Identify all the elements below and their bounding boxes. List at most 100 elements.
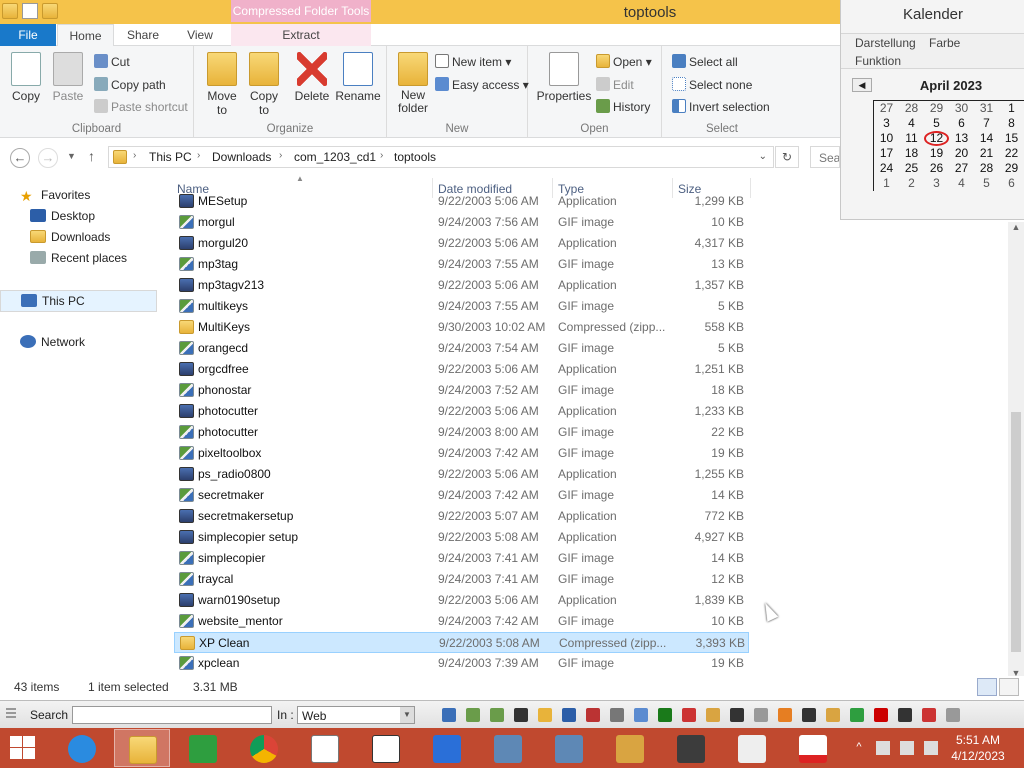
table-row[interactable]: morgul 9/24/2003 7:56 AM GIF image 10 KB <box>174 212 749 233</box>
search-input[interactable]: Sear <box>810 146 840 168</box>
calendar-day[interactable]: 10 <box>874 131 899 146</box>
calendar-day[interactable]: 13 <box>949 131 974 146</box>
calendar-day[interactable]: 22 <box>999 146 1024 161</box>
calendar-menu-darstellung[interactable]: Darstellung <box>855 36 916 50</box>
start-button[interactable] <box>10 736 36 760</box>
table-row[interactable]: MultiKeys 9/30/2003 10:02 AM Compressed (z… <box>174 317 749 338</box>
paste-shortcut-button[interactable]: Paste shortcut <box>94 99 188 114</box>
tab-file[interactable]: File <box>0 24 56 46</box>
toolbar-tool-icon[interactable] <box>874 708 888 722</box>
breadcrumb-this-pc[interactable]: This PC <box>149 150 192 164</box>
breadcrumb-downloads[interactable]: Downloads <box>212 150 271 164</box>
toolbar-tool-icon[interactable] <box>898 708 912 722</box>
scroll-up-icon[interactable]: ▲ <box>1008 222 1024 232</box>
table-row[interactable]: pixeltoolbox 9/24/2003 7:42 AM GIF image 19… <box>174 443 749 464</box>
tab-extract[interactable]: Extract <box>231 24 371 46</box>
nav-network[interactable]: Network <box>20 335 85 349</box>
calendar-day[interactable]: 19 <box>924 146 949 161</box>
calendar-day-today[interactable]: 12 <box>924 131 949 146</box>
table-row[interactable]: secretmakersetup 9/22/2003 5:07 AM Applica… <box>174 506 749 527</box>
properties-icon[interactable] <box>22 3 38 19</box>
easy-access-button[interactable]: Easy access ▾ <box>435 77 529 92</box>
calendar-day[interactable]: 31 <box>974 101 999 116</box>
refresh-button[interactable]: ↻ <box>775 146 799 168</box>
calendar-day[interactable]: 20 <box>949 146 974 161</box>
table-row[interactable]: photocutter 9/24/2003 8:00 AM GIF image 22 … <box>174 422 749 443</box>
table-row[interactable]: xpclean 9/24/2003 7:39 AM GIF image 19 KB <box>174 653 749 672</box>
select-none-button[interactable]: Select none <box>672 77 752 92</box>
taskbar-store[interactable] <box>175 729 231 767</box>
table-row[interactable]: XP Clean 9/22/2003 5:08 AM Compressed (zip… <box>174 632 749 653</box>
calendar-day[interactable]: 30 <box>949 101 974 116</box>
calendar-day[interactable]: 24 <box>874 161 899 176</box>
tab-home[interactable]: Home <box>57 24 114 47</box>
taskbar-app-4[interactable] <box>724 729 780 767</box>
taskbar-internet-explorer-2[interactable] <box>419 729 475 767</box>
calendar-day[interactable]: 17 <box>874 146 899 161</box>
table-row[interactable]: mp3tag 9/24/2003 7:55 AM GIF image 13 KB <box>174 254 749 275</box>
table-row[interactable]: photocutter 9/22/2003 5:06 AM Application 1… <box>174 401 749 422</box>
calendar-day[interactable]: 21 <box>974 146 999 161</box>
table-row[interactable]: secretmaker 9/24/2003 7:42 AM GIF image 14 … <box>174 485 749 506</box>
calendar-day[interactable]: 5 <box>924 116 949 131</box>
copy-path-button[interactable]: Copy path <box>94 77 166 92</box>
nav-desktop[interactable]: Desktop <box>30 209 95 223</box>
recent-locations-icon[interactable]: ▼ <box>67 151 76 161</box>
taskbar-internet-explorer[interactable] <box>54 729 110 767</box>
table-row[interactable]: morgul20 9/22/2003 5:06 AM Application 4,31… <box>174 233 749 254</box>
toolbar-tool-icon[interactable] <box>514 708 528 722</box>
large-icons-view-button[interactable] <box>999 678 1019 696</box>
calendar-day[interactable]: 28 <box>974 161 999 176</box>
calendar-day[interactable]: 4 <box>899 116 924 131</box>
show-hidden-icons-button[interactable]: ^ <box>852 741 866 755</box>
history-button[interactable]: History <box>596 99 650 114</box>
back-button[interactable]: ← <box>10 148 30 168</box>
toolbar-tool-icon[interactable] <box>562 708 576 722</box>
toolbar-tool-icon[interactable] <box>466 708 480 722</box>
cut-button[interactable]: Cut <box>94 54 130 69</box>
table-row[interactable]: ps_radio0800 9/22/2003 5:06 AM Application… <box>174 464 749 485</box>
details-view-button[interactable] <box>977 678 997 696</box>
nav-recent-places[interactable]: Recent places <box>30 251 127 265</box>
open-button[interactable]: Open ▾ <box>596 54 652 69</box>
calendar-menu-funktion[interactable]: Funktion <box>855 54 901 68</box>
table-row[interactable]: mp3tagv213 9/22/2003 5:06 AM Application 1,… <box>174 275 749 296</box>
table-row[interactable]: simplecopier 9/24/2003 7:41 AM GIF image 14… <box>174 548 749 569</box>
taskbar-chrome[interactable] <box>236 729 292 767</box>
calendar-day[interactable]: 29 <box>924 101 949 116</box>
tab-view[interactable]: View <box>175 24 225 46</box>
network-tray-icon[interactable] <box>900 741 914 755</box>
copy-button[interactable]: Copy <box>8 52 44 103</box>
toolbar-tool-icon[interactable] <box>922 708 936 722</box>
calendar-day[interactable]: 1 <box>999 101 1024 116</box>
toolbar-tool-icon[interactable] <box>946 708 960 722</box>
taskbar-notepad[interactable] <box>358 729 414 767</box>
toolbar-tool-icon[interactable] <box>538 708 552 722</box>
calendar-day[interactable]: 27 <box>949 161 974 176</box>
calendar-day[interactable]: 8 <box>999 116 1024 131</box>
select-all-button[interactable]: Select all <box>672 54 738 69</box>
delete-button[interactable]: Delete <box>292 52 332 103</box>
calendar-day[interactable]: 18 <box>899 146 924 161</box>
table-row[interactable]: multikeys 9/24/2003 7:55 AM GIF image 5 KB <box>174 296 749 317</box>
toolbar-tool-icon[interactable] <box>610 708 624 722</box>
calendar-day[interactable]: 25 <box>899 161 924 176</box>
scrollbar-thumb[interactable] <box>1011 412 1021 652</box>
calendar-prev-month-button[interactable]: ◀ <box>852 78 872 92</box>
toolbar-grip-icon[interactable] <box>6 708 16 720</box>
calendar-day[interactable]: 6 <box>949 116 974 131</box>
table-row[interactable]: orangecd 9/24/2003 7:54 AM GIF image 5 KB <box>174 338 749 359</box>
calendar-day[interactable]: 11 <box>899 131 924 146</box>
copy-to-button[interactable]: Copy to <box>244 52 284 117</box>
column-separator[interactable] <box>750 178 751 198</box>
tab-share[interactable]: Share <box>118 24 168 46</box>
nav-this-pc[interactable]: This PC <box>0 290 157 312</box>
rename-button[interactable]: Rename <box>334 52 382 103</box>
edit-button[interactable]: Edit <box>596 77 634 92</box>
taskbar-list-app[interactable] <box>297 729 353 767</box>
taskbar-app-3[interactable] <box>663 729 719 767</box>
table-row[interactable]: warn0190setup 9/22/2003 5:06 AM Applicatio… <box>174 590 749 611</box>
toolbar-tool-icon[interactable] <box>586 708 600 722</box>
new-folder-icon[interactable] <box>42 3 58 19</box>
toolbar-tool-icon[interactable] <box>778 708 792 722</box>
